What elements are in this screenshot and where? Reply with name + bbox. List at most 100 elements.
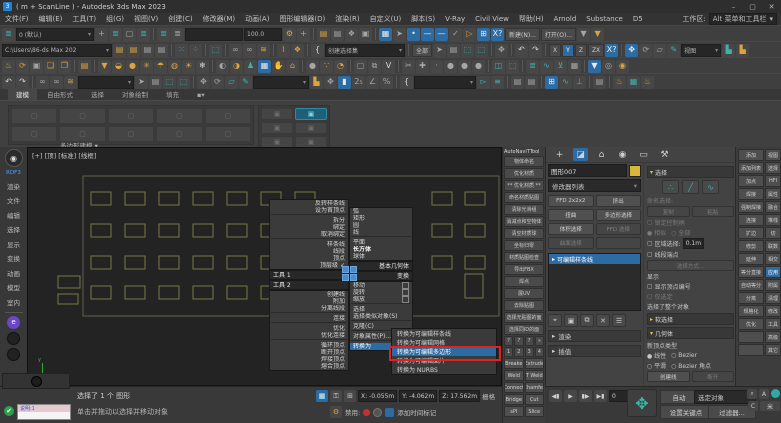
select-link-icon[interactable]: ∞ bbox=[36, 75, 49, 89]
ribbon-tab-4[interactable]: 填充 bbox=[158, 88, 187, 100]
modifier-button-曲面选择[interactable]: 曲面选择 bbox=[548, 237, 594, 249]
spline-icon[interactable]: ∿ bbox=[702, 180, 719, 194]
modifier-button-7[interactable] bbox=[595, 237, 641, 249]
quad-item-连接[interactable]: 连接 bbox=[270, 315, 348, 322]
sun-icon[interactable]: ☀ bbox=[182, 59, 195, 73]
skin-icon[interactable]: ❖ bbox=[291, 43, 304, 57]
modifier-stack[interactable]: ▸ 可编辑样条线 bbox=[548, 253, 641, 311]
menu-item-16[interactable]: Substance bbox=[581, 15, 628, 23]
script-pair-button-sPl[interactable]: sPl bbox=[504, 406, 524, 417]
ball1-icon[interactable]: ● bbox=[444, 59, 457, 73]
script-mini-button-0-2[interactable]: ? bbox=[524, 336, 534, 346]
mirror-icon[interactable]: ◫ bbox=[492, 59, 505, 73]
rail-button-融合[interactable]: 融合 bbox=[765, 201, 781, 213]
cp-check-线段端点[interactable]: ▢ 线段端点 bbox=[647, 250, 734, 259]
quad-item-优化[interactable]: 优化 bbox=[270, 325, 348, 332]
radio-Bezier[interactable]: ○ Bezier bbox=[671, 352, 697, 359]
coord-y-field[interactable]: Y: -4.062m bbox=[399, 390, 438, 402]
umbrella-icon[interactable]: ☂ bbox=[154, 59, 167, 73]
menu-item-2[interactable]: 工具(T) bbox=[67, 14, 101, 24]
flake-icon[interactable]: ❄ bbox=[196, 59, 209, 73]
film-icon[interactable]: ▤ bbox=[78, 59, 91, 73]
pin-stack-icon[interactable]: ⌖ bbox=[548, 314, 562, 327]
light-note-icon[interactable]: ❏ bbox=[44, 59, 57, 73]
script-mini-button-1-0[interactable]: 1 bbox=[504, 347, 514, 357]
layer-list-icon[interactable]: ≣ bbox=[109, 27, 122, 41]
folder-icon[interactable]: ▤ bbox=[317, 27, 330, 41]
quad-item-旋转[interactable]: 旋转 bbox=[350, 289, 412, 296]
modifier-button-体积选择[interactable]: 体积选择 bbox=[548, 223, 594, 235]
material-editor-icon[interactable]: ♨ bbox=[613, 75, 626, 89]
tab-motion[interactable]: ◉ bbox=[615, 148, 630, 161]
gear-small-icon[interactable]: ⚙ bbox=[330, 406, 342, 418]
quad-item-焊接顶点[interactable]: 焊接顶点 bbox=[270, 356, 348, 363]
percent-field[interactable]: 100.0 bbox=[244, 27, 282, 41]
redo2-icon[interactable]: ↷ bbox=[16, 75, 29, 89]
menu-item-14[interactable]: 帮助(H) bbox=[514, 14, 549, 24]
shaded-ball-icon[interactable]: ◐ bbox=[216, 59, 229, 73]
named-sets-dropdown[interactable]: ▾ bbox=[414, 75, 476, 89]
axis-x-button[interactable]: X bbox=[549, 43, 562, 57]
align-marquee-icon[interactable]: ⬚ bbox=[506, 59, 519, 73]
wheel-icon[interactable]: ✳ bbox=[140, 59, 153, 73]
curve-icon[interactable]: ∿ bbox=[559, 75, 572, 89]
frame-buffer-icon[interactable]: ◎ bbox=[602, 59, 615, 73]
rotate-icon[interactable]: ⟳ bbox=[639, 43, 653, 57]
rail-button-视图[interactable]: 视图 bbox=[765, 149, 781, 161]
import-folder-icon[interactable]: ▤ bbox=[113, 43, 126, 57]
scene-explorer-icon[interactable]: ▤ bbox=[331, 27, 344, 41]
rail-button-规格化[interactable]: 规格化 bbox=[738, 305, 764, 317]
xquery-icon[interactable]: X? bbox=[491, 27, 504, 41]
dope-sheet-icon[interactable]: ⊥ bbox=[573, 75, 586, 89]
cp-button-选择方式...[interactable]: 选择方式... bbox=[647, 260, 734, 271]
snaps-pair-icon[interactable]: ⊞ bbox=[477, 27, 490, 41]
purple-plugin-icon[interactable]: e bbox=[7, 315, 20, 329]
window-region-icon[interactable]: ⬚ bbox=[177, 75, 190, 89]
rail-button-HFI[interactable]: HFI bbox=[765, 175, 781, 187]
toolbox-icon[interactable]: ⊞ bbox=[545, 75, 558, 89]
cp-checkval-区域选择:[interactable]: ▢ 区域选择: 0.1m bbox=[647, 238, 734, 249]
auto-key-button[interactable]: 自动 bbox=[660, 390, 698, 404]
close-button[interactable]: ✕ bbox=[762, 0, 781, 13]
layer-stack-icon[interactable]: ≣ bbox=[137, 27, 150, 41]
quad-item-循环顶点[interactable]: 循环顶点 bbox=[270, 342, 348, 349]
submenu-item-0[interactable]: 转换为可编辑样条线 bbox=[392, 329, 496, 338]
segment-icon[interactable]: ╱ bbox=[682, 180, 699, 194]
quad-item-断开顶点[interactable]: 断开顶点 bbox=[270, 349, 348, 356]
script-pair-button-Cut[interactable]: Cut bbox=[524, 394, 544, 405]
rail-item-8[interactable]: 室内 bbox=[7, 295, 20, 309]
rail-button-自动等分[interactable]: 自动等分 bbox=[738, 279, 764, 291]
quad-item-优化连接[interactable]: 优化连接 bbox=[270, 332, 348, 339]
script-button-3[interactable]: 命名材质贴图 bbox=[504, 192, 544, 203]
rollout-header-几何体[interactable]: ▾ 几何体 bbox=[647, 327, 734, 339]
ribbon-tab-0[interactable]: 建模 bbox=[8, 88, 37, 100]
script-pair-button-T Weld[interactable]: T Weld bbox=[524, 370, 544, 381]
object-name-field[interactable]: 图形007 bbox=[548, 164, 627, 177]
coordinate-dropdown[interactable]: ▾ bbox=[253, 75, 309, 89]
settings-box-icon[interactable] bbox=[402, 289, 409, 296]
render-teapot-icon[interactable]: ♨ bbox=[641, 75, 654, 89]
rail-item-5[interactable]: 变换 bbox=[7, 252, 20, 266]
unlink-icon[interactable]: ∞ bbox=[243, 43, 256, 57]
settings-box-icon[interactable] bbox=[402, 296, 409, 303]
menu-item-4[interactable]: 视图(V) bbox=[129, 14, 163, 24]
sphere-gray-icon[interactable]: ● bbox=[306, 59, 319, 73]
quad-item-圆[interactable]: 圆 bbox=[350, 222, 412, 229]
submenu-item-4[interactable]: 转换为 NURBS bbox=[392, 365, 496, 374]
snap-3d-icon[interactable]: ▮ bbox=[338, 75, 351, 89]
rollout-插值[interactable]: ▸ 插值 bbox=[548, 345, 641, 357]
radio-全部[interactable]: ○ 全部 bbox=[671, 228, 690, 237]
rollout-header-选择[interactable]: ▾ 选择 bbox=[647, 166, 734, 178]
camera-icon[interactable]: ▣ bbox=[30, 59, 43, 73]
script-button-14[interactable]: 选择同ID的面 bbox=[504, 324, 544, 335]
script-button-12[interactable]: 去除贴图 bbox=[504, 300, 544, 311]
quad-item-反转样条线[interactable]: 反转样条线 bbox=[270, 200, 348, 207]
undo2-icon[interactable]: ↶ bbox=[2, 75, 15, 89]
isolate-selection-icon[interactable]: ▦ bbox=[316, 390, 328, 402]
selection-filter-dropdown[interactable]: ▾ bbox=[78, 75, 134, 89]
snap-25-icon[interactable]: 2₅ bbox=[352, 75, 365, 89]
vray-icon[interactable]: V bbox=[382, 59, 395, 73]
fence-select-icon[interactable]: ✓ bbox=[449, 27, 462, 41]
cp-check-锁定控制柄[interactable]: ▢ 锁定控制柄 bbox=[647, 218, 734, 227]
vertex-icon[interactable]: ∴ bbox=[662, 180, 679, 194]
